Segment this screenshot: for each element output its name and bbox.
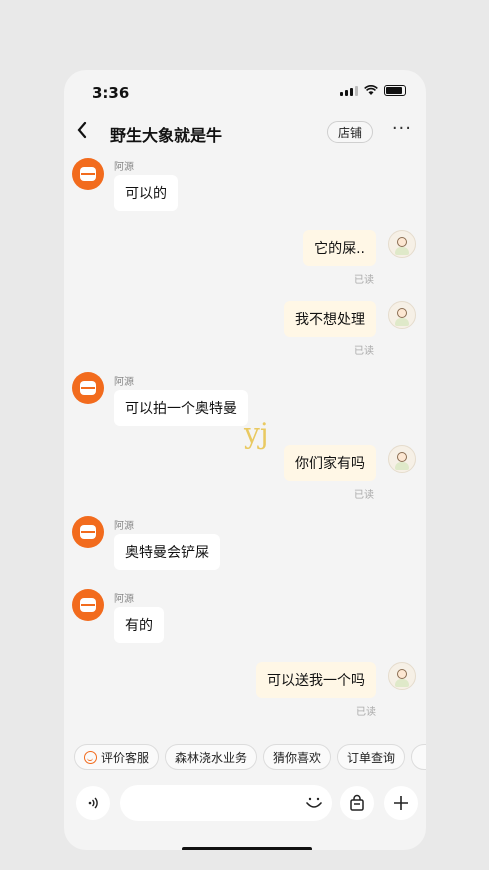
quick-action-more[interactable] xyxy=(411,744,426,770)
smile-icon xyxy=(306,797,322,808)
message-bubble[interactable]: 有的 xyxy=(114,607,164,643)
quick-action-bar: 评价客服 森林浇水业务 猜你喜欢 订单查询 xyxy=(64,734,426,778)
read-status: 已读 xyxy=(356,707,376,718)
chat-area[interactable]: 阿源 可以的 它的屎.. 已读 我不想处理 已读 阿源 可以拍一个奥特曼 yj … xyxy=(64,154,426,734)
quick-action-recommend[interactable]: 猜你喜欢 xyxy=(263,744,332,770)
message-bubble[interactable]: 可以拍一个奥特曼 xyxy=(114,390,248,426)
status-icons xyxy=(340,85,406,96)
avatar[interactable] xyxy=(72,158,104,190)
phone-screen: 3:36 野生大象就是牛 店铺 ··· 阿源 可以的 它的屎.. 已读 我不想处… xyxy=(64,70,426,850)
avatar[interactable] xyxy=(388,445,416,473)
message-bubble[interactable]: 它的屎.. xyxy=(303,230,376,266)
avatar[interactable] xyxy=(72,516,104,548)
chip-label: 森林浇水业务 xyxy=(175,750,248,765)
message-bubble[interactable]: 可以的 xyxy=(114,175,178,211)
plus-button[interactable] xyxy=(384,786,418,820)
chip-label: 评价客服 xyxy=(101,750,150,765)
emoji-button[interactable] xyxy=(302,790,326,814)
page-title: 野生大象就是牛 xyxy=(110,126,223,145)
avatar[interactable] xyxy=(388,662,416,690)
signal-icon xyxy=(340,85,358,96)
avatar[interactable] xyxy=(72,589,104,621)
nav-bar: 野生大象就是牛 店铺 ··· xyxy=(64,114,426,154)
chip-label: 猜你喜欢 xyxy=(273,750,322,765)
quick-action-order-query[interactable]: 订单查询 xyxy=(337,744,406,770)
voice-button[interactable] xyxy=(76,786,110,820)
more-icon[interactable]: ··· xyxy=(392,118,412,139)
message-bubble[interactable]: 可以送我一个吗 xyxy=(256,662,376,698)
sender-name: 阿源 xyxy=(114,377,134,388)
avatar[interactable] xyxy=(388,230,416,258)
watermark: yj xyxy=(244,417,269,450)
read-status: 已读 xyxy=(354,490,374,501)
home-indicator xyxy=(182,847,312,850)
plus-icon xyxy=(394,796,408,810)
sender-name: 阿源 xyxy=(114,162,134,173)
chip-label: 订单查询 xyxy=(347,750,396,765)
wifi-icon xyxy=(364,85,378,95)
sender-name: 阿源 xyxy=(114,594,134,605)
chevron-left-icon xyxy=(77,121,87,139)
message-bubble[interactable]: 我不想处理 xyxy=(284,301,376,337)
shopping-bag-icon xyxy=(350,794,364,811)
status-bar: 3:36 xyxy=(64,70,426,114)
quick-action-rate-service[interactable]: 评价客服 xyxy=(74,744,160,770)
input-bar xyxy=(64,782,426,826)
status-time: 3:36 xyxy=(92,84,130,102)
sender-name: 阿源 xyxy=(114,521,134,532)
battery-icon xyxy=(384,85,406,96)
read-status: 已读 xyxy=(354,275,374,286)
voice-icon xyxy=(88,797,98,809)
shop-bag-button[interactable] xyxy=(340,786,374,820)
back-button[interactable] xyxy=(76,120,88,144)
message-bubble[interactable]: 奥特曼会铲屎 xyxy=(114,534,220,570)
avatar[interactable] xyxy=(388,301,416,329)
quick-action-watering[interactable]: 森林浇水业务 xyxy=(165,744,258,770)
smile-icon xyxy=(84,750,97,764)
message-bubble[interactable]: 你们家有吗 xyxy=(284,445,376,481)
read-status: 已读 xyxy=(354,346,374,357)
shop-button[interactable]: 店铺 xyxy=(327,121,373,143)
avatar[interactable] xyxy=(72,372,104,404)
message-input[interactable] xyxy=(120,785,332,821)
